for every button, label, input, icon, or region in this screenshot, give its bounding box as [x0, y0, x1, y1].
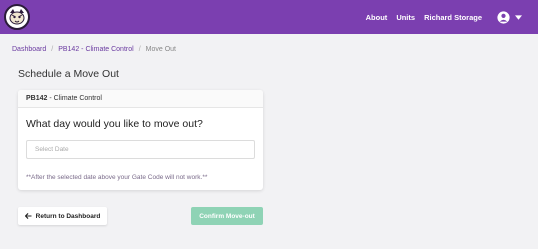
gate-code-warning: **After the selected date above your Gat…	[26, 174, 208, 181]
breadcrumb-current: Move Out	[145, 46, 176, 53]
move-out-question: What day would you like to move out?	[26, 118, 203, 130]
breadcrumb-dashboard-link[interactable]: Dashboard	[12, 46, 46, 53]
return-to-dashboard-button[interactable]: Return to Dashboard	[18, 207, 107, 225]
user-menu[interactable]	[497, 10, 522, 24]
breadcrumb-separator: /	[51, 46, 54, 53]
logo[interactable]	[4, 4, 30, 30]
return-button-label: Return to Dashboard	[35, 212, 101, 220]
user-circle-icon	[497, 10, 510, 24]
tiger-mascot-logo-icon	[7, 7, 27, 27]
nav-units-link[interactable]: Units	[396, 13, 415, 22]
unit-description: - Climate Control	[49, 95, 102, 102]
unit-code: PB142	[26, 95, 48, 102]
breadcrumb-unit-link[interactable]: PB142 - Climate Control	[58, 46, 133, 53]
main-nav: About Units Richard Storage	[366, 0, 482, 34]
move-out-card: PB142 - Climate Control What day would y…	[18, 90, 263, 190]
arrow-left-icon	[24, 213, 32, 219]
page-title: Schedule a Move Out	[18, 68, 119, 80]
nav-about-link[interactable]: About	[366, 13, 388, 22]
nav-account-name-link[interactable]: Richard Storage	[424, 13, 482, 22]
confirm-move-out-button[interactable]: Confirm Move-out	[191, 207, 263, 225]
breadcrumb: Dashboard / PB142 - Climate Control / Mo…	[12, 46, 176, 53]
breadcrumb-separator: /	[138, 46, 141, 53]
card-header: PB142 - Climate Control	[18, 90, 263, 108]
confirm-button-label: Confirm Move-out	[199, 212, 255, 220]
top-navbar: About Units Richard Storage	[0, 0, 538, 34]
caret-down-icon	[515, 14, 522, 20]
move-out-date-input[interactable]	[26, 140, 255, 159]
